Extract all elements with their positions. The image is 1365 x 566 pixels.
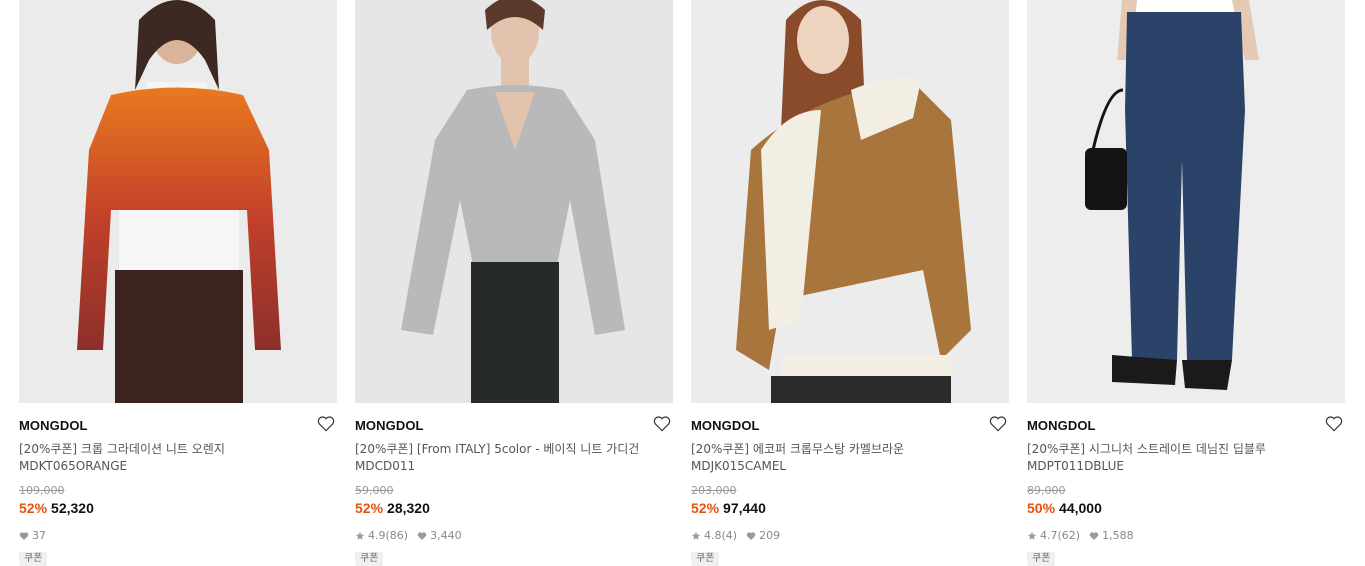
rating-value: 4.8 xyxy=(704,529,722,542)
like-count-group: 209 xyxy=(746,529,780,542)
like-count-group: 37 xyxy=(19,529,46,542)
product-image[interactable] xyxy=(1027,0,1345,403)
heart-filled-icon xyxy=(417,531,427,540)
like-count: 37 xyxy=(32,529,46,542)
discount-rate: 52% xyxy=(355,500,384,516)
like-count: 209 xyxy=(759,529,781,542)
product-grid: MONGDOL [20%쿠폰] 크롭 그라데이션 니트 오렌지 MDKT065O… xyxy=(0,0,1365,566)
coupon-badge: 쿠폰 xyxy=(19,552,48,566)
heart-outline-icon[interactable] xyxy=(317,415,335,432)
review-count: (86) xyxy=(385,529,409,542)
coupon-badge: 쿠폰 xyxy=(355,552,384,566)
brand-name[interactable]: MONGDOL xyxy=(19,418,88,433)
discount-rate: 52% xyxy=(691,500,720,516)
like-count: 1,588 xyxy=(1102,529,1134,542)
coupon-badge: 쿠폰 xyxy=(1027,552,1056,566)
product-card[interactable]: MONGDOL [20%쿠폰] 시그니처 스트레이트 데님진 딥블루 MDPT0… xyxy=(1027,0,1345,566)
review-count: (4) xyxy=(721,529,738,542)
product-card[interactable]: MONGDOL [20%쿠폰] [From ITALY] 5color - 베이… xyxy=(355,0,673,566)
product-name[interactable]: [20%쿠폰] 시그니처 스트레이트 데님진 딥블루 xyxy=(1027,440,1266,457)
original-price: 59,000 xyxy=(355,484,394,497)
product-image[interactable] xyxy=(19,0,337,403)
product-code: MDCD011 xyxy=(355,459,416,473)
rating-group: 4.9 (86) xyxy=(355,529,408,542)
like-count: 3,440 xyxy=(430,529,462,542)
product-code: MDKT065ORANGE xyxy=(19,459,128,473)
sale-price: 52,320 xyxy=(51,500,94,516)
discount-rate: 52% xyxy=(19,500,48,516)
rating-group: 4.8 (4) xyxy=(691,529,737,542)
price-row: 52% 97,440 xyxy=(691,500,766,516)
rating-value: 4.7 xyxy=(1040,529,1058,542)
rating-value: 4.9 xyxy=(368,529,386,542)
price-row: 52% 28,320 xyxy=(355,500,430,516)
coupon-badge: 쿠폰 xyxy=(691,552,720,566)
product-code: MDPT011DBLUE xyxy=(1027,459,1124,473)
like-count-group: 3,440 xyxy=(417,529,462,542)
product-card[interactable]: MONGDOL [20%쿠폰] 에코퍼 크롭무스탕 카멜브라운 MDJK015C… xyxy=(691,0,1009,566)
product-photo-knit-orange xyxy=(19,0,337,403)
sale-price: 97,440 xyxy=(723,500,766,516)
like-count-group: 1,588 xyxy=(1089,529,1134,542)
product-photo-cardigan-gray xyxy=(355,0,673,403)
star-icon xyxy=(355,531,365,540)
original-price: 109,000 xyxy=(19,484,65,497)
product-code: MDJK015CAMEL xyxy=(691,459,787,473)
original-price: 203,000 xyxy=(691,484,737,497)
product-name[interactable]: [20%쿠폰] 크롭 그라데이션 니트 오렌지 xyxy=(19,440,225,457)
product-photo-denim-blue xyxy=(1027,0,1345,403)
product-meta: 4.9 (86) 3,440 xyxy=(355,529,471,542)
product-meta: 4.8 (4) 209 xyxy=(691,529,789,542)
product-image[interactable] xyxy=(355,0,673,403)
product-name[interactable]: [20%쿠폰] 에코퍼 크롭무스탕 카멜브라운 xyxy=(691,440,904,457)
product-photo-jacket-camel xyxy=(691,0,1009,403)
star-icon xyxy=(691,531,701,540)
heart-filled-icon xyxy=(1089,531,1099,540)
rating-group: 4.7 (62) xyxy=(1027,529,1080,542)
brand-name[interactable]: MONGDOL xyxy=(1027,418,1096,433)
discount-rate: 50% xyxy=(1027,500,1056,516)
sale-price: 44,000 xyxy=(1059,500,1102,516)
product-card[interactable]: MONGDOL [20%쿠폰] 크롭 그라데이션 니트 오렌지 MDKT065O… xyxy=(19,0,337,566)
product-meta: 37 xyxy=(19,529,55,542)
product-name[interactable]: [20%쿠폰] [From ITALY] 5color - 베이직 니트 가디건 xyxy=(355,440,639,457)
price-row: 52% 52,320 xyxy=(19,500,94,516)
product-image[interactable] xyxy=(691,0,1009,403)
brand-name[interactable]: MONGDOL xyxy=(691,418,760,433)
star-icon xyxy=(1027,531,1037,540)
review-count: (62) xyxy=(1057,529,1081,542)
original-price: 89,000 xyxy=(1027,484,1066,497)
sale-price: 28,320 xyxy=(387,500,430,516)
product-meta: 4.7 (62) 1,588 xyxy=(1027,529,1143,542)
heart-outline-icon[interactable] xyxy=(653,415,671,432)
heart-filled-icon xyxy=(746,531,756,540)
price-row: 50% 44,000 xyxy=(1027,500,1102,516)
heart-filled-icon xyxy=(19,531,29,540)
heart-outline-icon[interactable] xyxy=(989,415,1007,432)
brand-name[interactable]: MONGDOL xyxy=(355,418,424,433)
heart-outline-icon[interactable] xyxy=(1325,415,1343,432)
